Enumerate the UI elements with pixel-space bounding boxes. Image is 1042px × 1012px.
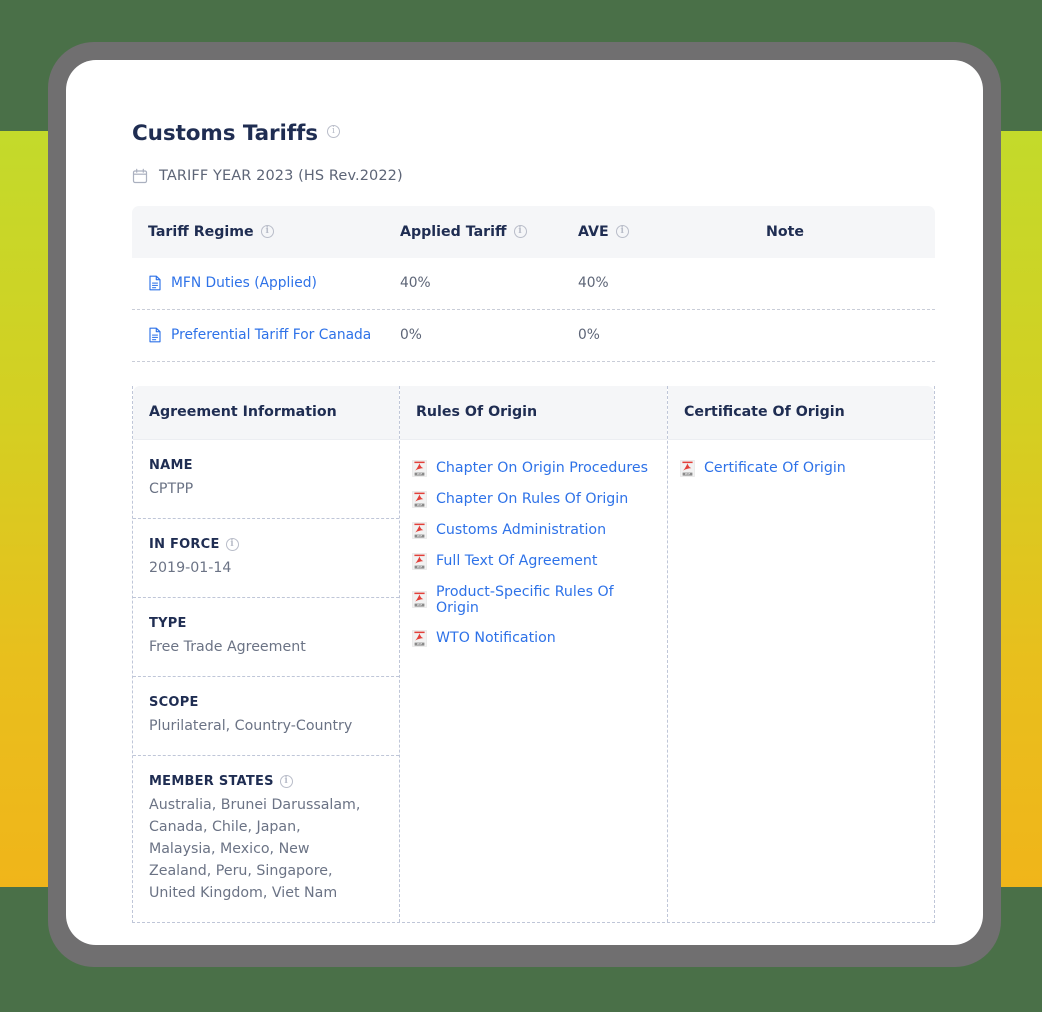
field-in-force: IN FORCE 2019-01-14 [133,519,399,598]
list-item: PDF Chapter On Origin Procedures [412,459,651,477]
pdf-link[interactable]: Certificate Of Origin [704,460,846,476]
pdf-icon: PDF [412,591,427,608]
field-label-text: MEMBER STATES [149,773,274,789]
page-title: Customs Tariffs [132,121,318,146]
field-value: Free Trade Agreement [149,638,306,655]
rules-of-origin-header: Rules Of Origin [400,385,667,440]
column-header-tariff-regime: Tariff Regime [148,224,400,240]
svg-text:PDF: PDF [417,503,423,507]
rules-of-origin-column: Rules Of Origin PDF Chapter On Origin Pr… [400,385,668,922]
list-item: PDF Customs Administration [412,521,651,539]
field-label-text: NAME [149,457,193,473]
document-icon [148,327,162,343]
field-label-text: TYPE [149,615,187,631]
cell-tariff-regime: Preferential Tariff For Canada [148,327,400,343]
info-icon[interactable] [327,125,340,138]
field-type: TYPE Free Trade Agreement [133,598,399,677]
field-label: NAME [149,458,383,473]
cell-applied-tariff: 0% [400,327,422,344]
column-header-label: Applied Tariff [400,223,507,240]
field-value: Plurilateral, Country-Country [149,717,353,734]
pdf-icon: PDF [680,459,695,477]
page-title-row: Customs Tariffs [132,122,917,146]
list-item: PDF Chapter On Rules Of Origin [412,490,651,508]
tariff-table-header: Tariff Regime Applied Tariff AVE Note [132,205,935,258]
tariff-table: Tariff Regime Applied Tariff AVE Note [132,205,935,362]
cell-applied-tariff: 40% [400,275,431,292]
certificate-of-origin-list: PDF Certificate Of Origin [668,440,934,495]
tariff-regime-link[interactable]: MFN Duties (Applied) [171,275,317,291]
column-header-label: Tariff Regime [148,223,254,240]
field-label: TYPE [149,616,383,631]
field-member-states: MEMBER STATES Australia, Brunei Darussal… [133,756,399,922]
tariff-year-row: TARIFF YEAR 2023 (HS Rev.2022) [132,168,917,184]
column-header-applied-tariff: Applied Tariff [400,224,578,240]
field-label: IN FORCE [149,537,383,552]
agreement-grid: Agreement Information NAME CPTPP IN FORC… [132,385,935,923]
cell-ave: 40% [578,275,609,292]
pdf-link[interactable]: WTO Notification [436,630,556,646]
tariff-regime-link[interactable]: Preferential Tariff For Canada [171,327,371,343]
column-header-label: Note [766,223,805,240]
info-icon[interactable] [225,537,239,551]
table-row: Preferential Tariff For Canada 0% 0% [132,310,935,362]
field-name: NAME CPTPP [133,440,399,519]
svg-text:PDF: PDF [685,472,691,476]
pdf-link[interactable]: Full Text Of Agreement [436,553,597,569]
document-icon [148,275,162,291]
field-value: CPTPP [149,480,194,497]
cell-ave: 0% [578,327,600,344]
list-item: PDF Full Text Of Agreement [412,552,651,570]
table-row: MFN Duties (Applied) 40% 40% [132,258,935,310]
field-value: 2019-01-14 [149,559,232,576]
pdf-link[interactable]: Product-Specific Rules Of Origin [436,584,651,616]
field-label-text: SCOPE [149,694,199,710]
pdf-icon: PDF [412,459,427,477]
list-item: PDF WTO Notification [412,629,651,647]
svg-text:PDF: PDF [417,642,423,646]
calendar-icon [132,168,148,184]
cell-tariff-regime: MFN Duties (Applied) [148,275,400,291]
agreement-information-header: Agreement Information [133,385,399,440]
svg-text:PDF: PDF [417,472,423,476]
list-item: PDF Product-Specific Rules Of Origin [412,584,651,616]
field-label: MEMBER STATES [149,774,383,789]
agreement-information-column: Agreement Information NAME CPTPP IN FORC… [133,385,400,922]
info-icon[interactable] [513,225,527,239]
certificate-of-origin-column: Certificate Of Origin PDF Certificate Of… [668,385,934,922]
rules-of-origin-list: PDF Chapter On Origin Procedures PDF Cha… [400,440,667,665]
pdf-link[interactable]: Chapter On Origin Procedures [436,460,648,476]
list-item: PDF Certificate Of Origin [680,459,918,477]
column-header-label: AVE [578,223,609,240]
pdf-icon: PDF [412,490,427,508]
certificate-of-origin-header: Certificate Of Origin [668,385,934,440]
pdf-icon: PDF [412,629,427,647]
info-icon[interactable] [279,774,293,788]
svg-text:PDF: PDF [417,534,423,538]
field-value: Australia, Brunei Darussalam, Canada, Ch… [149,796,361,901]
svg-text:PDF: PDF [417,565,423,569]
field-label: SCOPE [149,695,383,710]
tariff-year-label: TARIFF YEAR 2023 (HS Rev.2022) [159,167,403,184]
svg-text:PDF: PDF [417,603,423,607]
pdf-icon: PDF [412,552,427,570]
column-header-ave: AVE [578,224,766,240]
pdf-icon: PDF [412,521,427,539]
info-icon[interactable] [260,225,274,239]
column-header-note: Note [766,224,926,240]
field-label-text: IN FORCE [149,536,220,552]
customs-tariffs-card: Customs Tariffs TARIFF YEAR 2023 (HS Rev… [66,60,983,945]
info-icon[interactable] [615,225,629,239]
pdf-link[interactable]: Chapter On Rules Of Origin [436,491,628,507]
pdf-link[interactable]: Customs Administration [436,522,606,538]
field-scope: SCOPE Plurilateral, Country-Country [133,677,399,756]
